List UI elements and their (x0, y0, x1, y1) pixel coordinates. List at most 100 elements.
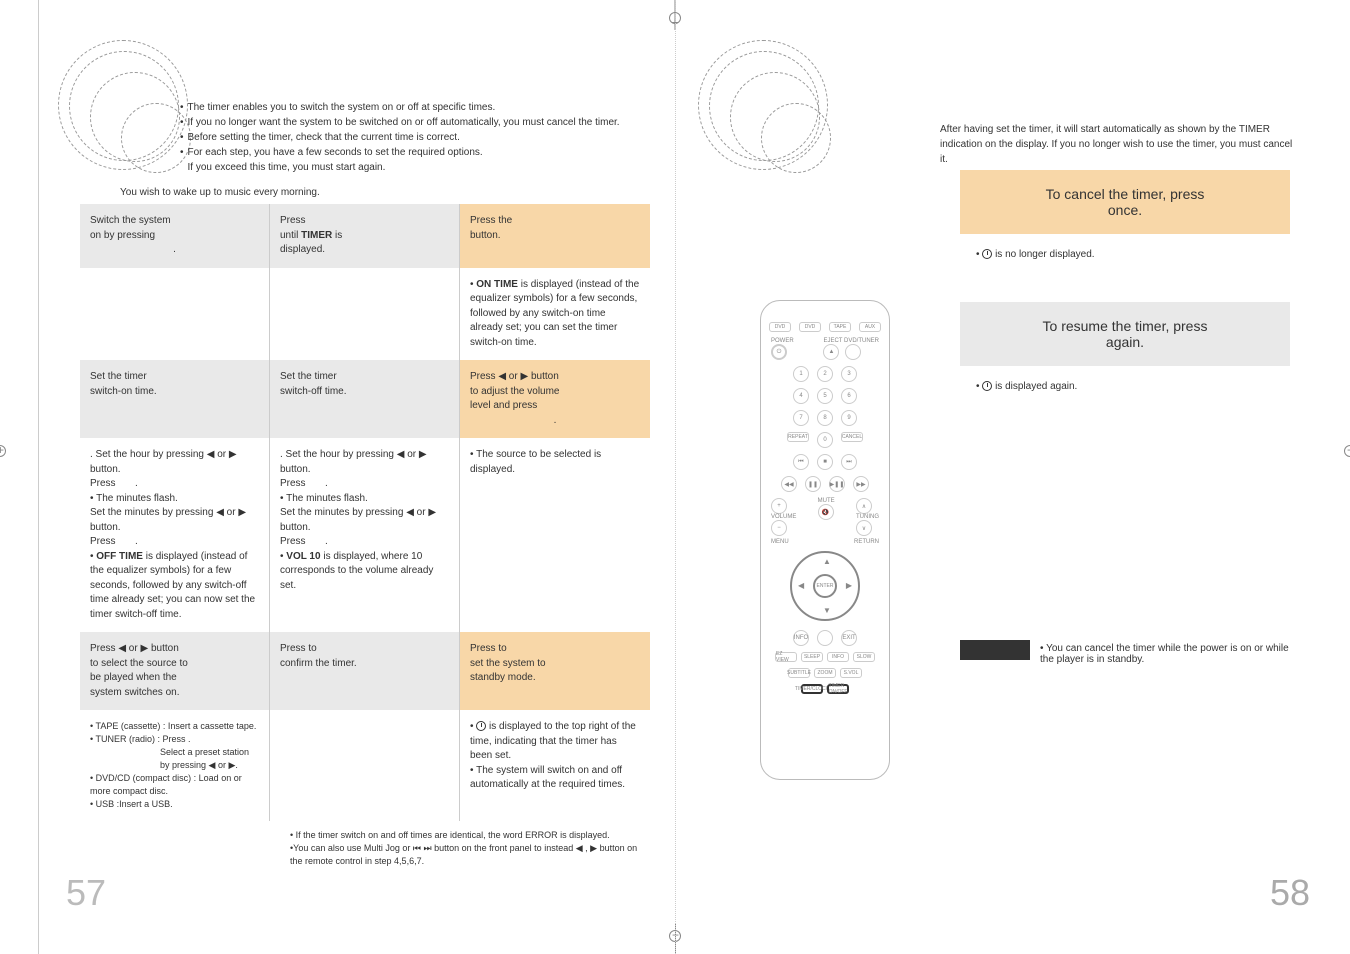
example-label: You wish to wake up to music every morni… (120, 187, 640, 198)
remote-label: TUNING (856, 514, 879, 520)
remote-label: MUTE (818, 498, 835, 504)
num-btn: 9 (841, 410, 857, 426)
remote-btn: SLOW (853, 652, 875, 662)
step-text: button. (470, 230, 501, 241)
info-btn: INFO (793, 630, 809, 646)
head-text: again. (980, 334, 1270, 350)
step-4-head: Set the timer switch-on time. (80, 360, 270, 438)
cancel-timer-head: To cancel the timer, press once. (960, 170, 1290, 234)
tune-down-icon: ∨ (856, 520, 872, 536)
clock-icon (476, 721, 486, 731)
bullet: If you exceed this time, you must start … (188, 160, 386, 175)
note-text: • You can cancel the timer while the pow… (1040, 643, 1300, 665)
next-icon: ⏭ (841, 454, 857, 470)
remote-btn (845, 344, 861, 360)
step-1-head: Switch the system on by pressing . (80, 204, 270, 268)
step-text: Press the (470, 215, 512, 226)
step-text: switch-on time. (90, 386, 157, 397)
step-text: level and press (470, 400, 537, 411)
step-8-head: Press to confirm the timer. (270, 632, 460, 710)
num-btn: 6 (841, 388, 857, 404)
step-text: confirm the timer. (280, 658, 357, 669)
remote-btn: ZOOM (814, 668, 836, 678)
step-2-head: Press until TIMER is displayed. (270, 204, 460, 268)
stop-icon: ■ (817, 454, 833, 470)
remote-btn: DVD (769, 322, 791, 332)
step-7-body: • TAPE (cassette) : Insert a cassette ta… (80, 710, 270, 821)
head-text: To resume the timer, press (980, 318, 1270, 334)
cancel-timer-body: • is no longer displayed. (960, 236, 1290, 272)
bullet: If you no longer want the system to be s… (188, 115, 620, 130)
step-4-body: . Set the hour by pressing ◀ or ▶ button… (80, 438, 270, 632)
timer-clock-btn: TIMER/CLOCK (801, 684, 823, 694)
step-text: . (554, 415, 557, 426)
timer-onoff-btn: TIMER ON/OFF (827, 684, 849, 694)
num-btn: 2 (817, 366, 833, 382)
intro-bullets: •The timer enables you to switch the sys… (180, 100, 640, 175)
num-btn: 1 (793, 366, 809, 382)
remote-btn: EZ VIEW (775, 652, 797, 662)
step-5-body: . Set the hour by pressing ◀ or ▶ button… (270, 438, 460, 632)
rewind-icon: ◀◀ (781, 476, 797, 492)
step-text: be played when the (90, 672, 177, 683)
remote-label: VOLUME (771, 514, 796, 520)
step-6-body: • The source to be selected is displayed… (460, 438, 650, 632)
step-text: Switch the system (90, 215, 171, 226)
step-text: switch-off time. (280, 386, 347, 397)
vol-down-icon: − (771, 520, 787, 536)
step-7-head: Press ◀ or ▶ button to select the source… (80, 632, 270, 710)
clock-icon (982, 381, 992, 391)
num-btn: 0 (817, 432, 833, 448)
remote-btn: S.VOL (840, 668, 862, 678)
page-number-right: 58 (1270, 872, 1310, 914)
step-text: Press (280, 215, 306, 226)
page-edge-line (38, 0, 39, 954)
step-text: standby mode. (470, 672, 536, 683)
step-text: system switches on. (90, 687, 179, 698)
step-3-body: • ON TIME ON TIME is displayed (instead … (460, 268, 650, 361)
footnote: • If the timer switch on and off times a… (290, 829, 640, 867)
remote-btn: TAPE (829, 322, 851, 332)
step-5-head: Set the timer switch-off time. (270, 360, 460, 438)
body-text: is displayed again. (995, 381, 1077, 392)
step-text: Press to (470, 643, 507, 654)
mute-icon: 🔇 (818, 504, 834, 520)
step-3-head: Press the button. (460, 204, 650, 268)
step-text: is (332, 230, 342, 241)
step-text: Press ◀ or ▶ button (90, 643, 179, 654)
step-text: on by pressing (90, 230, 155, 241)
num-btn: 5 (817, 388, 833, 404)
pause-icon: ❚❚ (805, 476, 821, 492)
clock-icon (982, 249, 992, 259)
body-text: • The source to be selected is displayed… (470, 449, 601, 475)
arrow-down-icon: ▼ (823, 606, 831, 615)
forward-icon: ▶▶ (853, 476, 869, 492)
arrow-left-icon: ◀ (798, 581, 804, 590)
body-text: Select a preset station by pressing ◀ or… (90, 746, 259, 772)
num-btn: 8 (817, 410, 833, 426)
dpad: ▲ ▼ ◀ ▶ ENTER (790, 551, 860, 621)
right-intro: After having set the timer, it will star… (940, 122, 1300, 167)
crop-right-icon (1344, 445, 1350, 457)
note-badge (960, 640, 1030, 660)
footnote-text: If the timer switch on and off times are… (296, 830, 610, 840)
enter-btn: ENTER (813, 574, 837, 598)
resume-timer-body: • is displayed again. (960, 368, 1290, 404)
tune-up-icon: ∧ (856, 498, 872, 514)
remote-btn: AUX (859, 322, 881, 332)
arrow-right-icon: ▶ (846, 581, 852, 590)
fold-line (675, 0, 676, 954)
footnote-text: You can also use Multi Jog or (293, 843, 413, 853)
remote-btn: SUBTITLE (788, 668, 810, 678)
remote-label: MENU (771, 539, 789, 545)
prev-icon: ⏮ (793, 454, 809, 470)
step-text: to adjust the volume (470, 386, 560, 397)
remote-btn: DVD (799, 322, 821, 332)
step-6-head: Press ◀ or ▶ button to adjust the volume… (460, 360, 650, 438)
step-1-body (80, 268, 270, 361)
body-text: is no longer displayed. (995, 249, 1095, 260)
step-text: . (173, 244, 176, 255)
crop-left-icon (0, 445, 6, 457)
exit-btn: EXIT (841, 630, 857, 646)
step-2-body (270, 268, 460, 361)
